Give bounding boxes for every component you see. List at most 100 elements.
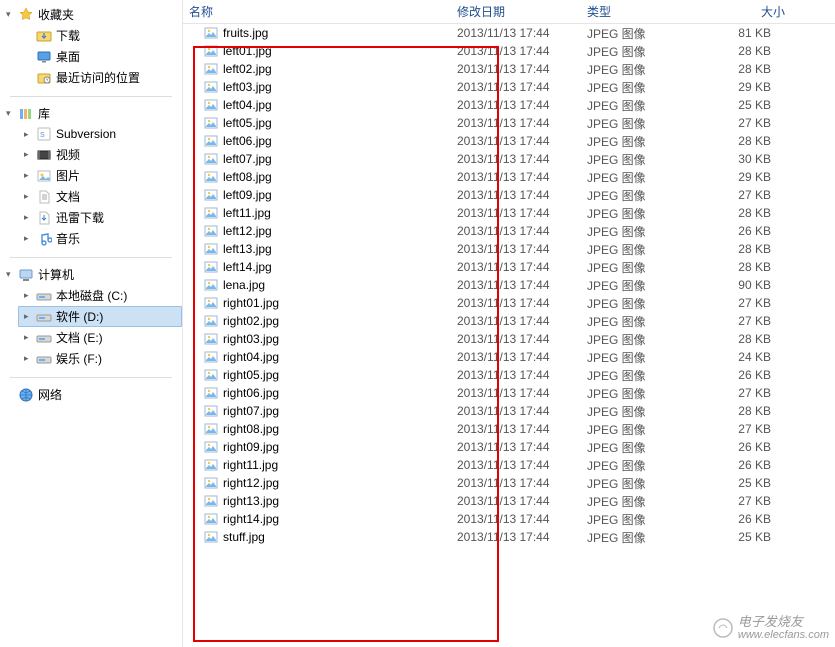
file-size: 28 KB: [691, 44, 791, 58]
computer-header[interactable]: ▾ 计算机: [0, 264, 182, 285]
favorites-header[interactable]: ▾ 收藏夹: [0, 4, 182, 25]
file-row[interactable]: left03.jpg2013/11/13 17:44JPEG 图像29 KB: [183, 78, 835, 96]
file-row[interactable]: fruits.jpg2013/11/13 17:44JPEG 图像81 KB: [183, 24, 835, 42]
sidebar-item-pictures[interactable]: ▸ 图片: [18, 165, 182, 186]
file-date: 2013/11/13 17:44: [451, 332, 581, 346]
file-row[interactable]: right13.jpg2013/11/13 17:44JPEG 图像27 KB: [183, 492, 835, 510]
file-type: JPEG 图像: [581, 223, 691, 240]
file-row[interactable]: lena.jpg2013/11/13 17:44JPEG 图像90 KB: [183, 276, 835, 294]
file-row[interactable]: left06.jpg2013/11/13 17:44JPEG 图像28 KB: [183, 132, 835, 150]
expand-arrow-icon: ▸: [24, 233, 34, 244]
file-name: stuff.jpg: [223, 530, 265, 544]
file-row[interactable]: right07.jpg2013/11/13 17:44JPEG 图像28 KB: [183, 402, 835, 420]
image-file-icon: [203, 169, 219, 185]
file-row[interactable]: left11.jpg2013/11/13 17:44JPEG 图像28 KB: [183, 204, 835, 222]
divider: [10, 377, 172, 378]
file-row[interactable]: right01.jpg2013/11/13 17:44JPEG 图像27 KB: [183, 294, 835, 312]
file-size: 27 KB: [691, 422, 791, 436]
sidebar-item-drive-f[interactable]: ▸ 娱乐 (F:): [18, 348, 182, 369]
desktop-icon: [36, 49, 52, 65]
image-file-icon: [203, 43, 219, 59]
sidebar-item-label: Subversion: [56, 127, 116, 141]
file-date: 2013/11/13 17:44: [451, 80, 581, 94]
file-row[interactable]: left01.jpg2013/11/13 17:44JPEG 图像28 KB: [183, 42, 835, 60]
image-file-icon: [203, 475, 219, 491]
column-header-type[interactable]: 类型: [581, 3, 691, 20]
file-row[interactable]: left02.jpg2013/11/13 17:44JPEG 图像28 KB: [183, 60, 835, 78]
image-file-icon: [203, 331, 219, 347]
file-row[interactable]: right09.jpg2013/11/13 17:44JPEG 图像26 KB: [183, 438, 835, 456]
library-icon: [18, 106, 34, 122]
file-type: JPEG 图像: [581, 475, 691, 492]
file-row[interactable]: right14.jpg2013/11/13 17:44JPEG 图像26 KB: [183, 510, 835, 528]
sidebar-item-desktop[interactable]: 桌面: [18, 46, 182, 67]
file-row[interactable]: right05.jpg2013/11/13 17:44JPEG 图像26 KB: [183, 366, 835, 384]
music-icon: [36, 231, 52, 247]
file-row[interactable]: right04.jpg2013/11/13 17:44JPEG 图像24 KB: [183, 348, 835, 366]
file-date: 2013/11/13 17:44: [451, 44, 581, 58]
file-type: JPEG 图像: [581, 241, 691, 258]
file-row[interactable]: left08.jpg2013/11/13 17:44JPEG 图像29 KB: [183, 168, 835, 186]
file-row[interactable]: right02.jpg2013/11/13 17:44JPEG 图像27 KB: [183, 312, 835, 330]
file-row[interactable]: left05.jpg2013/11/13 17:44JPEG 图像27 KB: [183, 114, 835, 132]
network-group: ▸ 网络: [0, 384, 182, 405]
image-file-icon: [203, 403, 219, 419]
file-type: JPEG 图像: [581, 79, 691, 96]
sidebar-item-label: 图片: [56, 167, 80, 184]
file-date: 2013/11/13 17:44: [451, 368, 581, 382]
library-header[interactable]: ▾ 库: [0, 103, 182, 124]
file-size: 27 KB: [691, 314, 791, 328]
file-row[interactable]: left12.jpg2013/11/13 17:44JPEG 图像26 KB: [183, 222, 835, 240]
recent-icon: [36, 70, 52, 86]
file-row[interactable]: left13.jpg2013/11/13 17:44JPEG 图像28 KB: [183, 240, 835, 258]
file-row[interactable]: right12.jpg2013/11/13 17:44JPEG 图像25 KB: [183, 474, 835, 492]
column-header-name[interactable]: 名称: [183, 3, 451, 20]
file-size: 29 KB: [691, 80, 791, 94]
file-date: 2013/11/13 17:44: [451, 224, 581, 238]
sidebar-item-thunder[interactable]: ▸ 迅雷下载: [18, 207, 182, 228]
file-row[interactable]: stuff.jpg2013/11/13 17:44JPEG 图像25 KB: [183, 528, 835, 546]
file-row[interactable]: right03.jpg2013/11/13 17:44JPEG 图像28 KB: [183, 330, 835, 348]
file-name: right02.jpg: [223, 314, 279, 328]
file-row[interactable]: left07.jpg2013/11/13 17:44JPEG 图像30 KB: [183, 150, 835, 168]
network-header[interactable]: ▸ 网络: [0, 384, 182, 405]
file-type: JPEG 图像: [581, 385, 691, 402]
file-type: JPEG 图像: [581, 187, 691, 204]
file-name: right04.jpg: [223, 350, 279, 364]
file-name: left05.jpg: [223, 116, 272, 130]
navigation-sidebar: ▾ 收藏夹 下载 桌: [0, 0, 183, 647]
file-type: JPEG 图像: [581, 205, 691, 222]
image-file-icon: [203, 97, 219, 113]
column-header-date[interactable]: 修改日期: [451, 3, 581, 20]
file-size: 90 KB: [691, 278, 791, 292]
sidebar-item-documents[interactable]: ▸ 文档: [18, 186, 182, 207]
sidebar-item-music[interactable]: ▸ 音乐: [18, 228, 182, 249]
file-row[interactable]: left09.jpg2013/11/13 17:44JPEG 图像27 KB: [183, 186, 835, 204]
file-name: right05.jpg: [223, 368, 279, 382]
file-row[interactable]: right11.jpg2013/11/13 17:44JPEG 图像26 KB: [183, 456, 835, 474]
file-name: right01.jpg: [223, 296, 279, 310]
video-icon: [36, 147, 52, 163]
sidebar-item-drive-c[interactable]: ▸ 本地磁盘 (C:): [18, 285, 182, 306]
image-file-icon: [203, 277, 219, 293]
file-row[interactable]: right06.jpg2013/11/13 17:44JPEG 图像27 KB: [183, 384, 835, 402]
sidebar-item-recent[interactable]: 最近访问的位置: [18, 67, 182, 88]
column-header-size[interactable]: 大小: [691, 3, 791, 20]
file-date: 2013/11/13 17:44: [451, 26, 581, 40]
svn-icon: S: [36, 126, 52, 142]
computer-label: 计算机: [38, 266, 74, 283]
divider: [10, 96, 172, 97]
file-row[interactable]: left04.jpg2013/11/13 17:44JPEG 图像25 KB: [183, 96, 835, 114]
sidebar-item-drive-d[interactable]: ▸ 软件 (D:): [18, 306, 182, 327]
file-type: JPEG 图像: [581, 493, 691, 510]
sidebar-item-subversion[interactable]: ▸ S Subversion: [18, 124, 182, 144]
image-file-icon: [203, 151, 219, 167]
sidebar-item-downloads[interactable]: 下载: [18, 25, 182, 46]
file-size: 81 KB: [691, 26, 791, 40]
file-row[interactable]: right08.jpg2013/11/13 17:44JPEG 图像27 KB: [183, 420, 835, 438]
file-list: fruits.jpg2013/11/13 17:44JPEG 图像81 KBle…: [183, 24, 835, 546]
file-name: right11.jpg: [223, 458, 278, 472]
sidebar-item-videos[interactable]: ▸ 视频: [18, 144, 182, 165]
sidebar-item-drive-e[interactable]: ▸ 文档 (E:): [18, 327, 182, 348]
file-row[interactable]: left14.jpg2013/11/13 17:44JPEG 图像28 KB: [183, 258, 835, 276]
